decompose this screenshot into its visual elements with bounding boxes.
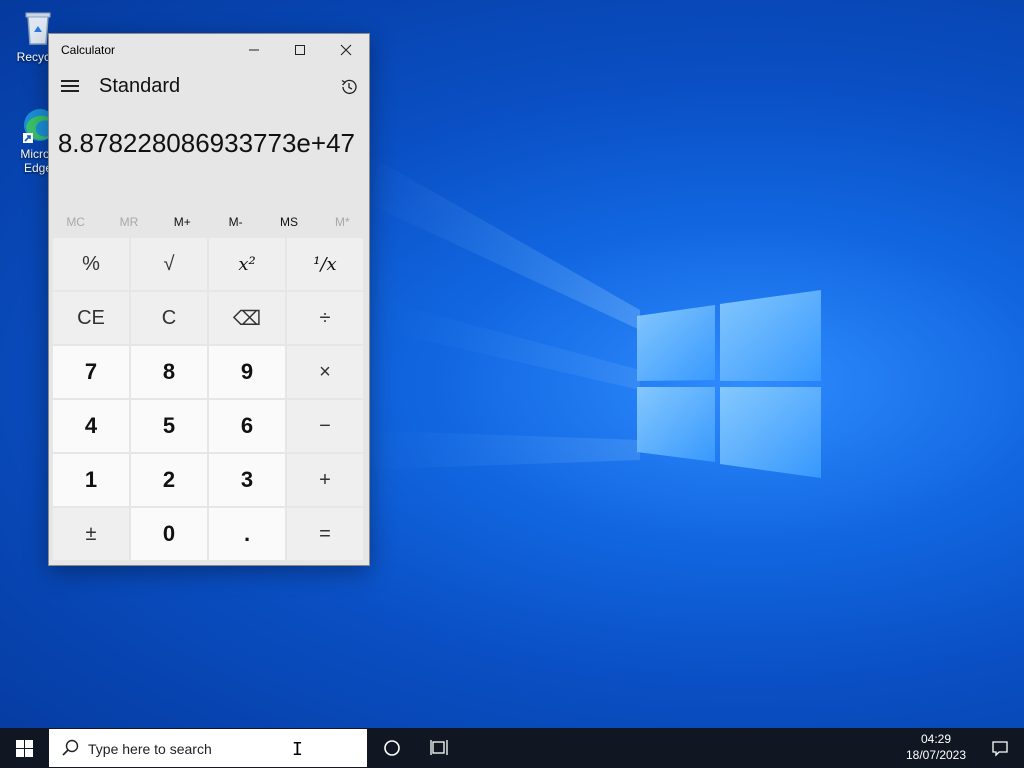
reciprocal-button[interactable]: ¹/x bbox=[287, 238, 363, 290]
add-button[interactable]: + bbox=[287, 454, 363, 506]
hamburger-icon bbox=[61, 80, 79, 82]
square-button[interactable]: x² bbox=[209, 238, 285, 290]
notification-icon bbox=[992, 741, 1008, 757]
minimize-button[interactable] bbox=[231, 34, 277, 66]
divide-button[interactable]: ÷ bbox=[287, 292, 363, 344]
memory-button-mc: MC bbox=[66, 215, 85, 229]
search-placeholder: Type here to search bbox=[88, 741, 212, 757]
task-view-button[interactable] bbox=[416, 728, 464, 768]
memory-row: MC MR M+ M- MS M* bbox=[49, 209, 369, 235]
digit-2-button[interactable]: 2 bbox=[131, 454, 207, 506]
taskbar-search-box[interactable]: Type here to search I bbox=[49, 729, 367, 767]
clock-time: 04:29 bbox=[920, 732, 952, 746]
memory-button-ms[interactable]: MS bbox=[262, 215, 315, 229]
equals-button[interactable]: = bbox=[287, 508, 363, 560]
digit-0-button[interactable]: 0 bbox=[131, 508, 207, 560]
square-root-button[interactable]: √ bbox=[131, 238, 207, 290]
navigation-menu-button[interactable] bbox=[61, 80, 79, 94]
history-icon bbox=[341, 79, 357, 95]
task-view-icon bbox=[430, 740, 448, 755]
windows-start-icon bbox=[15, 739, 33, 757]
keypad: % √ x² ¹/x CE C ⌫ ÷ 7 8 9 × 4 5 6− 1 2 3 + ±0. = bbox=[53, 238, 365, 561]
calculator-mode-title: Standard bbox=[99, 75, 181, 97]
system-clock[interactable]: 04:29 18/07/2023 bbox=[896, 731, 976, 763]
digit-6-button[interactable]: 6 bbox=[209, 400, 285, 452]
clear-entry-button[interactable]: CE bbox=[53, 292, 129, 344]
decimal-button[interactable]: . bbox=[209, 508, 285, 560]
action-center-button[interactable] bbox=[976, 728, 1024, 768]
digit-4-button[interactable]: 4 bbox=[53, 400, 129, 452]
maximize-button[interactable] bbox=[277, 34, 323, 66]
digit-8-button[interactable]: 8 bbox=[131, 346, 207, 398]
result-display: 8.87822808693377​3e+47 bbox=[57, 128, 355, 158]
backspace-button[interactable]: ⌫ bbox=[209, 292, 285, 344]
calculator-window: Calculator Standard 8.87822808693377​3e+… bbox=[48, 33, 370, 566]
memory-button-mplus[interactable]: M+ bbox=[156, 215, 209, 229]
digit-1-button[interactable]: 1 bbox=[53, 454, 129, 506]
cortana-button[interactable] bbox=[368, 728, 416, 768]
title-bar[interactable]: Calculator bbox=[49, 34, 369, 66]
window-title: Calculator bbox=[61, 43, 116, 57]
memory-button-mminus[interactable]: M- bbox=[209, 215, 262, 229]
taskbar: Type here to search I 04:29 18/07/2023 bbox=[0, 728, 1024, 768]
maximize-icon bbox=[295, 45, 305, 55]
search-icon bbox=[62, 739, 79, 756]
cortana-icon bbox=[384, 740, 400, 756]
windows-logo-wallpaper bbox=[637, 290, 821, 478]
memory-button-mlist: M* bbox=[334, 215, 350, 229]
subtract-button[interactable]: − bbox=[287, 400, 363, 452]
clock-date: 18/07/2023 bbox=[905, 748, 967, 762]
close-icon bbox=[340, 44, 352, 56]
digit-3-button[interactable]: 3 bbox=[209, 454, 285, 506]
digit-9-button[interactable]: 9 bbox=[209, 346, 285, 398]
percent-button[interactable]: % bbox=[53, 238, 129, 290]
clear-button[interactable]: C bbox=[131, 292, 207, 344]
history-button[interactable] bbox=[339, 77, 359, 97]
multiply-button[interactable]: × bbox=[287, 346, 363, 398]
start-button[interactable] bbox=[0, 728, 48, 768]
digit-7-button[interactable]: 7 bbox=[53, 346, 129, 398]
text-cursor-icon: I bbox=[292, 739, 303, 760]
negate-button[interactable]: ± bbox=[53, 508, 129, 560]
memory-button-mr: MR bbox=[119, 215, 139, 229]
digit-5-button[interactable]: 5 bbox=[131, 400, 207, 452]
minimize-icon bbox=[249, 49, 259, 51]
close-button[interactable] bbox=[323, 34, 369, 66]
